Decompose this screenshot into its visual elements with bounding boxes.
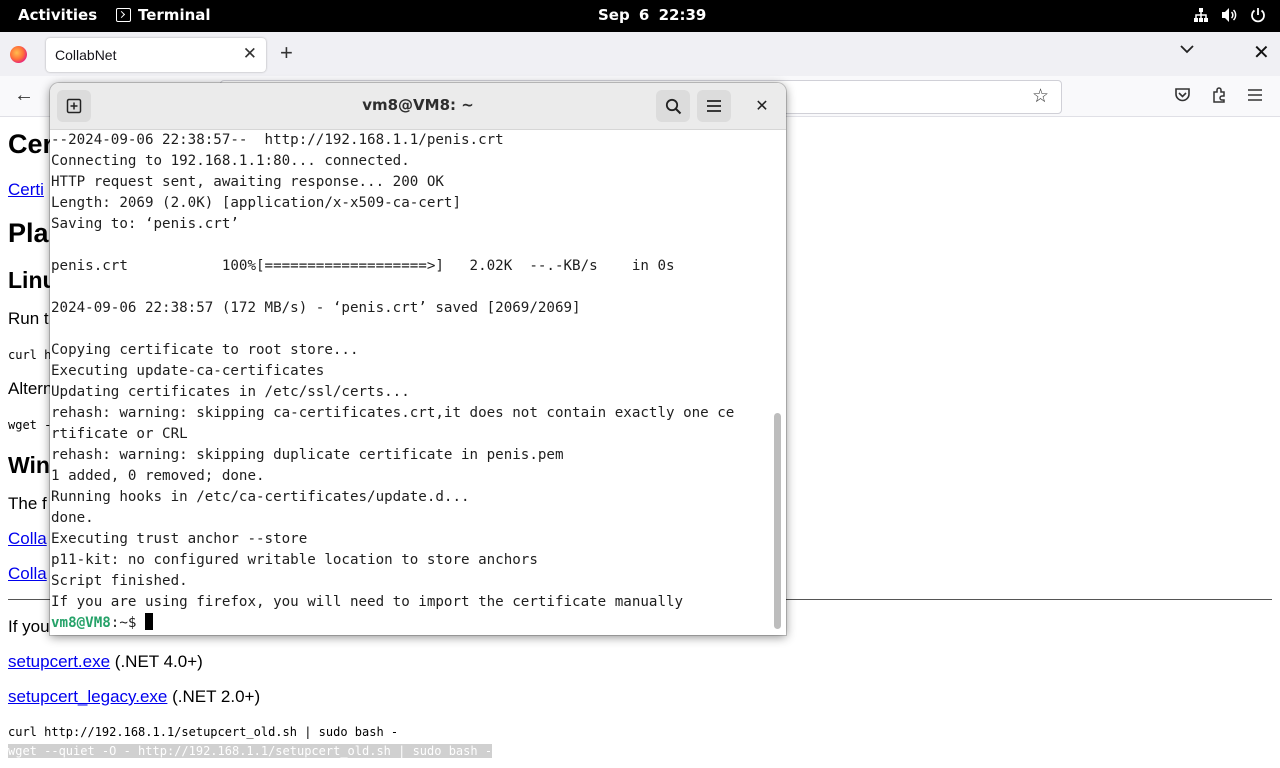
bookmark-star-icon[interactable]: ☆ bbox=[1032, 85, 1049, 108]
certificate-link[interactable]: Certi bbox=[8, 180, 44, 200]
terminal-line: HTTP request sent, awaiting response... … bbox=[51, 174, 444, 190]
window-close-icon[interactable]: ✕ bbox=[1253, 40, 1270, 65]
terminal-line: Updating certificates in /etc/ssl/certs.… bbox=[51, 384, 410, 400]
heading-certificate: Cer bbox=[8, 129, 54, 159]
date: Sep 6 bbox=[598, 6, 650, 24]
terminal-line: Saving to: ‘penis.crt’ bbox=[51, 216, 239, 232]
terminal-header-bar[interactable]: vm8@VM8: ~ ✕ bbox=[50, 83, 786, 130]
wget-command: wget - bbox=[8, 418, 52, 432]
firefox-icon[interactable] bbox=[10, 46, 27, 63]
if-text: If you bbox=[8, 617, 50, 636]
terminal-line: Copying certificate to root store... bbox=[51, 342, 359, 358]
terminal-line: Connecting to 192.168.1.1:80... connecte… bbox=[51, 153, 410, 169]
terminal-line: If you are using firefox, you will need … bbox=[51, 594, 684, 610]
terminal-window[interactable]: vm8@VM8: ~ ✕ --2024-09-06 22:38:57-- htt… bbox=[50, 83, 786, 635]
terminal-line: done. bbox=[51, 510, 94, 526]
terminal-line: rtificate or CRL bbox=[51, 426, 188, 442]
run-text: Run t bbox=[8, 309, 49, 328]
heading-platform: Pla bbox=[8, 218, 49, 248]
prompt-path: :~$ bbox=[110, 615, 145, 631]
back-arrow-icon[interactable]: ← bbox=[14, 84, 34, 107]
collabnet-link-1[interactable]: Colla bbox=[8, 529, 47, 549]
terminal-scrollbar[interactable] bbox=[774, 413, 781, 629]
terminal-line: rehash: warning: skipping ca-certificate… bbox=[51, 405, 735, 421]
setupcert-legacy-note: (.NET 2.0+) bbox=[167, 687, 261, 706]
pocket-icon[interactable] bbox=[1174, 87, 1191, 103]
terminal-close-icon[interactable]: ✕ bbox=[750, 96, 774, 118]
volume-icon bbox=[1222, 8, 1237, 22]
app-menu[interactable]: Terminal bbox=[116, 6, 211, 24]
wget-old-command: wget --quiet -O - http://192.168.1.1/set… bbox=[8, 744, 493, 758]
text-cursor bbox=[144, 613, 153, 630]
tab-close-icon[interactable]: ✕ bbox=[243, 44, 257, 64]
setupcert-note: (.NET 4.0+) bbox=[110, 652, 203, 671]
terminal-line: rehash: warning: skipping duplicate cert… bbox=[51, 447, 564, 463]
time: 22:39 bbox=[658, 6, 707, 24]
tab-title: CollabNet bbox=[55, 47, 117, 63]
chevron-down-icon[interactable] bbox=[1180, 44, 1194, 54]
toolbar-icons bbox=[1174, 87, 1263, 103]
power-icon bbox=[1251, 8, 1265, 23]
curl-old-command: curl http://192.168.1.1/setupcert_old.sh… bbox=[8, 725, 399, 739]
prompt-user: vm8@VM8 bbox=[51, 615, 111, 631]
alternate-text: Altern bbox=[8, 379, 53, 398]
network-icon bbox=[1194, 8, 1208, 22]
terminal-line: p11-kit: no configured writable location… bbox=[51, 552, 538, 568]
extensions-icon[interactable] bbox=[1211, 87, 1227, 103]
terminal-output[interactable]: --2024-09-06 22:38:57-- http://192.168.1… bbox=[51, 130, 773, 635]
terminal-line: penis.crt 100%[===================>] 2.0… bbox=[51, 258, 675, 274]
clock[interactable]: Sep 6 22:39 bbox=[598, 6, 706, 24]
windows-text: The f bbox=[8, 494, 47, 513]
terminal-line: Length: 2069 (2.0K) [application/x-x509-… bbox=[51, 195, 461, 211]
terminal-line: Executing update-ca-certificates bbox=[51, 363, 325, 379]
app-name: Terminal bbox=[138, 6, 211, 24]
setupcert-legacy-link[interactable]: setupcert_legacy.exe bbox=[8, 687, 167, 706]
setupcert-link[interactable]: setupcert.exe bbox=[8, 652, 110, 671]
setupcert-line: setupcert.exe (.NET 4.0+) bbox=[8, 652, 203, 672]
system-tray[interactable] bbox=[1193, 7, 1266, 23]
hamburger-menu-icon bbox=[707, 100, 721, 112]
curl-command: curl h bbox=[8, 348, 52, 362]
new-tab-button[interactable]: + bbox=[280, 40, 293, 66]
setupcert-legacy-line: setupcert_legacy.exe (.NET 2.0+) bbox=[8, 687, 260, 707]
activities-button[interactable]: Activities bbox=[18, 6, 97, 24]
browser-tab-strip: CollabNet ✕ + ✕ bbox=[0, 32, 1280, 76]
heading-windows: Win bbox=[8, 452, 50, 478]
terminal-line: Executing trust anchor --store bbox=[51, 531, 308, 547]
menu-icon[interactable] bbox=[1247, 88, 1263, 102]
terminal-icon bbox=[116, 8, 131, 22]
terminal-line: 1 added, 0 removed; done. bbox=[51, 468, 265, 484]
search-button[interactable] bbox=[656, 90, 690, 122]
collabnet-link-2[interactable]: Colla bbox=[8, 564, 47, 584]
terminal-line: --2024-09-06 22:38:57-- http://192.168.1… bbox=[51, 132, 504, 148]
search-icon bbox=[665, 98, 681, 114]
terminal-line: Script finished. bbox=[51, 573, 188, 589]
top-bar: Activities Terminal Sep 6 22:39 bbox=[0, 0, 1280, 32]
menu-button[interactable] bbox=[697, 90, 731, 122]
tab-collabnet[interactable]: CollabNet ✕ bbox=[46, 38, 266, 72]
terminal-line: 2024-09-06 22:38:57 (172 MB/s) - ‘penis.… bbox=[51, 300, 581, 316]
terminal-line: Running hooks in /etc/ca-certificates/up… bbox=[51, 489, 470, 505]
terminal-prompt[interactable]: vm8@VM8:~$ bbox=[51, 613, 773, 634]
